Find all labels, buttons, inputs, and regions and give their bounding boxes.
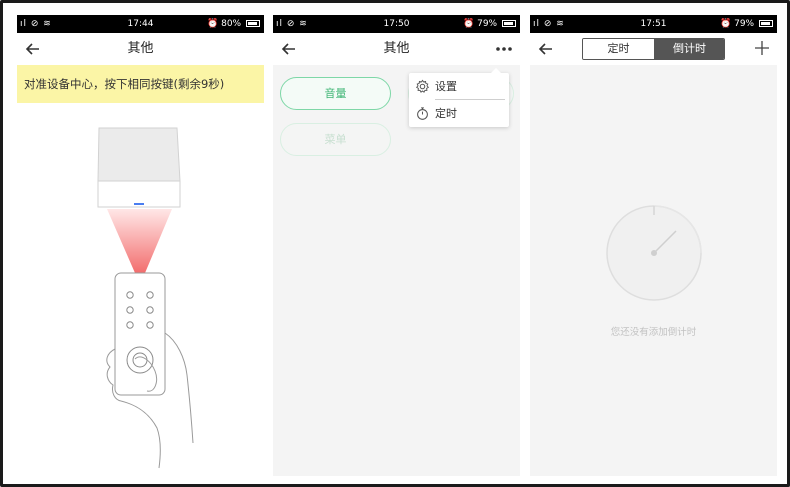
gear-icon: [415, 79, 430, 93]
battery-text: 80%: [221, 19, 242, 29]
back-arrow-icon[interactable]: [536, 39, 556, 59]
menu-button[interactable]: 菜单: [280, 123, 391, 156]
more-options-icon[interactable]: [494, 39, 514, 59]
dropdown-item-settings[interactable]: 设置: [409, 73, 509, 100]
empty-state-text: 您还没有添加倒计时: [610, 327, 697, 338]
dropdown-timer-label: 定时: [435, 107, 457, 120]
screen-buttons: ıl ⊘ ≋ 17:50 ⏰ 79% 其他 音量 菜单 设置 定时: [273, 15, 520, 476]
alarm-icon: ⏰: [207, 19, 219, 29]
status-bar: ıl ⊘ ≋ 17:51 ⏰ 79%: [530, 15, 777, 33]
dropdown-item-timer[interactable]: 定时: [409, 100, 509, 127]
status-right: ⏰ 80%: [207, 15, 260, 33]
page-title: 其他: [127, 41, 154, 56]
status-right: ⏰ 79%: [463, 15, 516, 33]
alarm-icon: ⏰: [463, 19, 475, 29]
alarm-icon: ⏰: [720, 19, 732, 29]
options-dropdown: 设置 定时: [409, 68, 509, 127]
status-bar: ıl ⊘ ≋ 17:44 ⏰ 80%: [17, 15, 264, 33]
battery-icon: [759, 20, 773, 27]
battery-icon: [502, 20, 516, 27]
dropdown-settings-label: 设置: [435, 80, 457, 93]
battery-text: 79%: [734, 19, 755, 29]
battery-icon: [246, 20, 260, 27]
screen-countdown: ıl ⊘ ≋ 17:51 ⏰ 79% 定时 倒计时 您还没有添加倒计时: [530, 15, 777, 476]
page-title: 其他: [383, 41, 410, 56]
screen-pairing: ıl ⊘ ≋ 17:44 ⏰ 80% 其他 对准设备中心，按下相同按键(剩余9秒…: [17, 15, 264, 476]
tab-countdown[interactable]: 倒计时: [654, 39, 724, 59]
nav-bar: 其他: [273, 33, 520, 65]
tab-timer[interactable]: 定时: [583, 39, 654, 59]
add-icon[interactable]: [753, 39, 771, 57]
status-right: ⏰ 79%: [720, 15, 773, 33]
stopwatch-icon: [417, 107, 428, 120]
nav-bar: 其他: [17, 33, 264, 65]
battery-text: 79%: [477, 19, 498, 29]
volume-button[interactable]: 音量: [280, 77, 391, 110]
remote-pairing-illustration: [97, 127, 194, 469]
nav-bar: 定时 倒计时: [530, 33, 777, 65]
empty-timer-clock-icon: [606, 205, 702, 301]
timer-mode-tabs: 定时 倒计时: [582, 38, 725, 60]
pairing-instruction-banner: 对准设备中心，按下相同按键(剩余9秒): [17, 65, 264, 103]
status-bar: ıl ⊘ ≋ 17:50 ⏰ 79%: [273, 15, 520, 33]
screenshot-frame: ıl ⊘ ≋ 17:44 ⏰ 80% 其他 对准设备中心，按下相同按键(剩余9秒…: [0, 0, 790, 487]
